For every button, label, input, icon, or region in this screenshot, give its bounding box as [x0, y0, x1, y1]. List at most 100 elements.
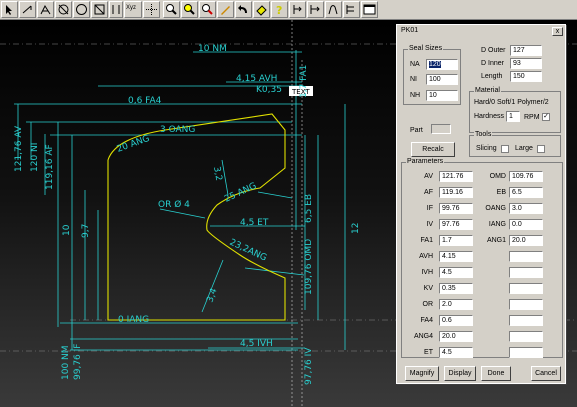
rotate-icon[interactable] [19, 1, 36, 18]
param-empty-input[interactable] [509, 315, 543, 326]
part-indicator [431, 124, 451, 134]
dim-et: 4,5 ET [240, 218, 269, 228]
param-af-input[interactable]: 119.16 [439, 187, 473, 198]
param-fa1-input[interactable]: 1.7 [439, 235, 473, 246]
dialog-title: PK01 [401, 27, 419, 34]
recalc-button[interactable]: Recalc [411, 142, 455, 157]
close-button[interactable]: x [552, 27, 563, 36]
param-ivh-label: IVH [421, 269, 433, 276]
param-empty-input[interactable] [509, 331, 543, 342]
dim-icon[interactable] [109, 1, 123, 18]
cancel-button[interactable]: Cancel [531, 366, 561, 381]
pk01-dialog: PK01 x Seal Sizes NA 120 NI 100 NH 10 D … [396, 24, 566, 384]
length-label: Length [481, 73, 503, 80]
pointer-icon[interactable] [1, 1, 18, 18]
dim-oang: 3 OANG [160, 125, 195, 135]
magnify-button[interactable]: Magnify [405, 366, 439, 381]
dim-av: 121,76 AV [14, 125, 24, 172]
window-icon[interactable] [361, 1, 378, 18]
ni-input[interactable]: 100 [426, 74, 458, 85]
slicing-label: Slicing [476, 145, 497, 152]
large-checkbox[interactable] [537, 145, 545, 153]
done-button[interactable]: Done [481, 366, 511, 381]
undo-icon[interactable] [235, 1, 252, 18]
d-inner-input[interactable]: 93 [510, 58, 542, 69]
param-avh-input[interactable]: 4.15 [439, 251, 473, 262]
param-if-input[interactable]: 99.76 [439, 203, 473, 214]
param-empty-input[interactable] [509, 283, 543, 294]
param-omd-input[interactable]: 109.76 [509, 171, 543, 182]
dim-omd: 109,76 OMD [304, 239, 314, 295]
tools-legend: Tools [474, 131, 493, 139]
param-iang-label: IANG [488, 221, 506, 228]
param-empty-input[interactable] [509, 299, 543, 310]
param-oang-input[interactable]: 3.0 [509, 203, 543, 214]
part-label: Part [410, 127, 423, 134]
param-iang-input[interactable]: 0.0 [509, 219, 543, 230]
xyz-icon[interactable]: Xyz [124, 1, 142, 18]
param-omd-label: OMD [489, 173, 506, 180]
param-ivh-input[interactable]: 4.5 [439, 267, 473, 278]
na-input[interactable]: 120 [426, 59, 458, 70]
param-ang1-input[interactable]: 20.0 [509, 235, 543, 246]
dim-12: 12 [351, 223, 361, 234]
box-icon[interactable] [91, 1, 108, 18]
param-fa1-label: FA1 [420, 237, 433, 244]
param-or-input[interactable]: 2.0 [439, 299, 473, 310]
material-text: Hard/0 Soft/1 Polymer/2 [474, 99, 549, 106]
param-empty-input[interactable] [509, 251, 543, 262]
d-outer-input[interactable]: 127 [510, 45, 542, 56]
param-kv-input[interactable]: 0.35 [439, 283, 473, 294]
parameters-legend: Parameters [406, 158, 445, 166]
help-icon[interactable]: ? [271, 1, 288, 18]
dim-10: 10 [62, 224, 72, 236]
param-ang4-input[interactable]: 20.0 [439, 331, 473, 342]
display-button[interactable]: Display [444, 366, 476, 381]
dim-eb: 6,5 EB [304, 194, 314, 223]
dim-fa1: 1,7 FA1 [299, 65, 309, 98]
dim-ang20: 20 ANG [116, 134, 152, 155]
crosshair-icon[interactable] [55, 1, 72, 18]
dim-iv: 97,76 IV [304, 347, 314, 385]
dim-97: 9,7 [81, 224, 91, 238]
rpm-checkbox[interactable]: ✓ [542, 113, 550, 121]
pen-icon[interactable] [217, 1, 234, 18]
dim-34: 3,4 [205, 287, 219, 304]
text-icon[interactable] [289, 1, 306, 18]
dim-kv: K0,35 [256, 85, 282, 95]
arc-dim-icon[interactable] [325, 1, 342, 18]
slicing-checkbox[interactable] [501, 145, 509, 153]
param-eb-input[interactable]: 6.5 [509, 187, 543, 198]
large-label: Large [515, 145, 533, 152]
eraser-icon[interactable] [253, 1, 270, 18]
length-input[interactable]: 150 [510, 71, 542, 82]
param-oang-label: OANG [485, 205, 506, 212]
zoom-icon[interactable] [163, 1, 180, 18]
param-et-input[interactable]: 4.5 [439, 347, 473, 358]
dim-ni: 120 NI [30, 143, 40, 172]
dim-fa4: 0,6 FA4 [128, 96, 162, 106]
pan-icon[interactable] [199, 1, 216, 18]
param-iv-input[interactable]: 97.76 [439, 219, 473, 230]
grid-icon[interactable] [143, 1, 160, 18]
d-outer-label: D Outer [481, 47, 506, 54]
dim-ang25: 25 ANG [223, 181, 258, 205]
dim-af: 119,16 AF [45, 144, 55, 190]
param-empty-input[interactable] [509, 347, 543, 358]
zoom-window-icon[interactable] [181, 1, 198, 18]
text-dim-icon[interactable] [307, 1, 324, 18]
param-fa4-input[interactable]: 0.6 [439, 315, 473, 326]
param-ang1-label: ANG1 [486, 237, 506, 244]
ni-label: NI [410, 76, 417, 83]
hardness-input[interactable]: 1 [506, 111, 520, 122]
param-av-input[interactable]: 121.76 [439, 171, 473, 182]
nh-input[interactable]: 10 [426, 90, 458, 101]
param-empty-input[interactable] [509, 267, 543, 278]
param-ang4-label: ANG4 [413, 333, 433, 340]
dialog-titlebar[interactable]: PK01 x [398, 26, 564, 37]
tangent-icon[interactable] [37, 1, 54, 18]
ruler-icon[interactable] [343, 1, 360, 18]
d-inner-label: D Inner [481, 60, 504, 67]
circle-icon[interactable] [73, 1, 90, 18]
param-fa4-label: FA4 [420, 317, 433, 324]
